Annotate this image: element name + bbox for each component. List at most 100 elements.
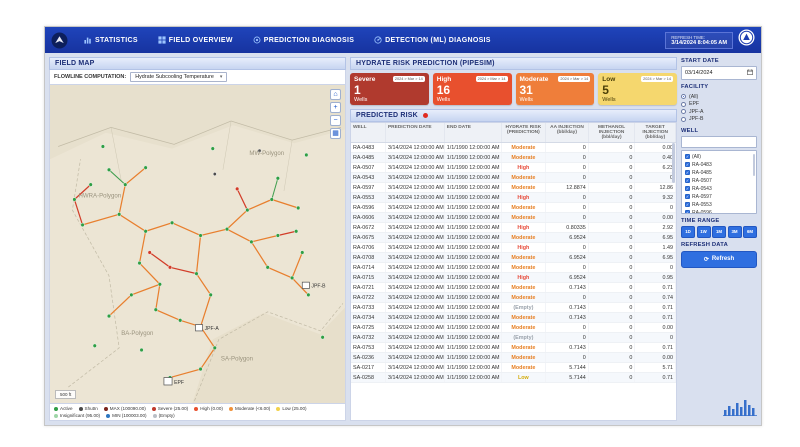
risk-card[interactable]: Severe 2024 > Mar > 14 1 Wells bbox=[350, 73, 429, 106]
facility-option[interactable]: EPF bbox=[681, 101, 757, 107]
legend-item: Moderate (<6.00) bbox=[228, 406, 270, 411]
radio-icon bbox=[681, 109, 686, 114]
time-range-button[interactable]: 1D bbox=[681, 225, 695, 238]
risk-card[interactable]: Moderate 2024 > Mar > 14 31 Wells bbox=[515, 73, 595, 106]
cell-end-date: 1/1/1990 12:00:00 AM bbox=[444, 232, 502, 244]
cell-risk: (Empty) bbox=[501, 332, 547, 344]
refresh-button[interactable]: ⟳ Refresh bbox=[681, 250, 757, 268]
field-map-title: FIELD MAP bbox=[55, 60, 95, 67]
map-layers-button[interactable]: ▦ bbox=[330, 128, 341, 139]
cell-target-injection: 0.00 bbox=[634, 322, 676, 334]
atom-icon bbox=[253, 36, 261, 44]
well-option[interactable]: ✓ RA-0485 bbox=[685, 170, 753, 176]
time-range-button[interactable]: 1W bbox=[696, 225, 711, 238]
table-row[interactable]: SA-0258 3/14/2024 12:00:00 AM 1/1/1990 12:… bbox=[351, 372, 676, 384]
table-row[interactable]: RA-0715 3/14/2024 12:00:00 AM 1/1/1990 12:… bbox=[351, 272, 676, 284]
table-row[interactable]: RA-0483 3/14/2024 12:00:00 AM 1/1/1990 12:… bbox=[351, 142, 676, 154]
cell-well: RA-0732 bbox=[351, 332, 386, 344]
table-row[interactable]: RA-0485 3/14/2024 12:00:00 AM 1/1/1990 12:… bbox=[351, 152, 676, 164]
well-list-scrollbar[interactable] bbox=[752, 153, 755, 176]
flowline-computation-select[interactable]: Hydrate Subcooling Temperature ▾ bbox=[130, 72, 228, 82]
nav-tab[interactable]: STATISTICS bbox=[74, 27, 148, 53]
table-row[interactable]: RA-0753 3/14/2024 12:00:00 AM 1/1/1990 12:… bbox=[351, 342, 676, 354]
map-viewport[interactable]: MW-Polygon HWRA-Polygon BA-Polygon SA-Po… bbox=[49, 85, 346, 404]
nav-tab[interactable]: DETECTION (ML) DIAGNOSIS bbox=[364, 27, 501, 53]
facility-option[interactable]: (All) bbox=[681, 94, 757, 100]
checkbox-icon: ✓ bbox=[685, 209, 690, 214]
well-option[interactable]: ✓ RA-0553 bbox=[685, 202, 753, 208]
well-list[interactable]: ✓ (All) ✓ RA-0483 ✓ RA-0485 ✓ RA-0507 ✓ RA-0543 ✓ R… bbox=[681, 149, 757, 214]
table-row[interactable]: RA-0732 3/14/2024 12:00:00 AM 1/1/1990 12:… bbox=[351, 332, 676, 344]
column-header[interactable]: PREDICTION DATE bbox=[385, 123, 445, 144]
well-option[interactable]: ✓ RA-0597 bbox=[685, 194, 753, 200]
table-scrollbar[interactable] bbox=[672, 143, 675, 184]
column-header[interactable]: METHANOL INJECTION (bbl/day) bbox=[588, 123, 636, 144]
cell-well: RA-0733 bbox=[351, 302, 386, 314]
map-label-mw-polygon: MW-Polygon bbox=[249, 150, 284, 157]
risk-card[interactable]: High 2024 > Mar > 14 16 Wells bbox=[432, 73, 512, 106]
column-header[interactable]: END DATE bbox=[444, 123, 502, 144]
risk-card-date[interactable]: 2024 > Mar > 14 bbox=[641, 76, 673, 82]
table-row[interactable]: RA-0721 3/14/2024 12:00:00 AM 1/1/1990 12:… bbox=[351, 282, 676, 294]
org-logo bbox=[738, 29, 755, 51]
table-row[interactable]: RA-0733 3/14/2024 12:00:00 AM 1/1/1990 12:… bbox=[351, 302, 676, 314]
table-row[interactable]: RA-0734 3/14/2024 12:00:00 AM 1/1/1990 12:… bbox=[351, 312, 676, 324]
table-row[interactable]: RA-0672 3/14/2024 12:00:00 AM 1/1/1990 12:… bbox=[351, 222, 676, 234]
calendar-icon[interactable] bbox=[747, 69, 753, 77]
well-option[interactable]: ✓ (All) bbox=[685, 154, 753, 160]
well-option[interactable]: ✓ RA-0483 bbox=[685, 162, 753, 168]
risk-card-label: Moderate bbox=[519, 76, 549, 83]
facility-option[interactable]: JPF-B bbox=[681, 116, 757, 122]
table-row[interactable]: RA-0553 3/14/2024 12:00:00 AM 1/1/1990 12:… bbox=[351, 192, 676, 204]
well-option[interactable]: ✓ RA-0596 bbox=[685, 209, 753, 214]
map-home-button[interactable]: ⌂ bbox=[330, 89, 341, 100]
radio-icon bbox=[681, 101, 686, 107]
table-row[interactable]: RA-0708 3/14/2024 12:00:00 AM 1/1/1990 12:… bbox=[351, 252, 676, 264]
table-row[interactable]: RA-0597 3/14/2024 12:00:00 AM 1/1/1990 12:… bbox=[351, 182, 676, 194]
time-range-button[interactable]: 3M bbox=[727, 225, 742, 238]
risk-card-date[interactable]: 2024 > Mar > 14 bbox=[475, 76, 508, 82]
column-header[interactable]: WELL bbox=[351, 123, 386, 144]
cell-well: RA-0675 bbox=[351, 232, 386, 244]
table-row[interactable]: RA-0675 3/14/2024 12:00:00 AM 1/1/1990 12:… bbox=[351, 232, 676, 244]
cell-well: RA-0606 bbox=[351, 212, 386, 224]
field-map-canvas[interactable]: MW-Polygon HWRA-Polygon BA-Polygon SA-Po… bbox=[50, 85, 345, 403]
nav-tab[interactable]: PREDICTION DIAGNOSIS bbox=[243, 27, 364, 53]
cell-methanol-injection: 0 bbox=[588, 272, 636, 284]
map-zoom-in-button[interactable]: + bbox=[330, 102, 341, 113]
table-row[interactable]: SA-0217 3/14/2024 12:00:00 AM 1/1/1990 12:… bbox=[351, 362, 676, 374]
time-range-button[interactable]: 6M bbox=[743, 225, 757, 238]
well-option[interactable]: ✓ RA-0543 bbox=[685, 186, 753, 192]
facility-option-label: JPF-B bbox=[689, 116, 704, 122]
table-row[interactable]: SA-0236 3/14/2024 12:00:00 AM 1/1/1990 12:… bbox=[351, 352, 676, 364]
column-header[interactable]: TARGET INJECTION (bbl/day) bbox=[634, 123, 676, 144]
table-row[interactable]: RA-0543 3/14/2024 12:00:00 AM 1/1/1990 12:… bbox=[351, 172, 676, 184]
well-search-input[interactable] bbox=[681, 135, 757, 148]
risk-card-date[interactable]: 2024 > Mar > 14 bbox=[558, 76, 591, 82]
cell-aa-injection: 6.9524 bbox=[545, 232, 589, 244]
well-option-label: RA-0543 bbox=[692, 185, 712, 192]
risk-card-date[interactable]: 2024 > Mar > 14 bbox=[392, 76, 425, 82]
column-header[interactable]: AA INJECTION (bbl/day) bbox=[545, 123, 589, 144]
table-row[interactable]: RA-0706 3/14/2024 12:00:00 AM 1/1/1990 12:… bbox=[351, 242, 676, 254]
map-zoom-out-button[interactable]: − bbox=[330, 115, 341, 126]
column-header[interactable]: HYDRATE RISK (PREDICTION) bbox=[501, 123, 547, 144]
table-row[interactable]: RA-0722 3/14/2024 12:00:00 AM 1/1/1990 12:… bbox=[351, 292, 676, 304]
table-row[interactable]: RA-0725 3/14/2024 12:00:00 AM 1/1/1990 12:… bbox=[351, 322, 676, 334]
risk-card[interactable]: Low 2024 > Mar > 14 5 Wells bbox=[598, 73, 677, 106]
well-option[interactable]: ✓ RA-0507 bbox=[685, 178, 753, 184]
table-row[interactable]: RA-0714 3/14/2024 12:00:00 AM 1/1/1990 12:… bbox=[351, 262, 676, 274]
start-date-input[interactable]: 03/14/2024 bbox=[681, 66, 757, 80]
facility-option[interactable]: JPF-A bbox=[681, 109, 757, 115]
table-row[interactable]: RA-0596 3/14/2024 12:00:00 AM 1/1/1990 12:… bbox=[351, 202, 676, 214]
radio-icon bbox=[681, 116, 686, 122]
checkbox-icon: ✓ bbox=[685, 153, 690, 159]
time-range-button[interactable]: 1M bbox=[712, 225, 726, 238]
cell-well: RA-0722 bbox=[351, 292, 386, 304]
cell-prediction-date: 3/14/2024 12:00:00 AM bbox=[385, 362, 445, 374]
nav-tab[interactable]: FIELD OVERVIEW bbox=[148, 27, 243, 53]
table-row[interactable]: RA-0606 3/14/2024 12:00:00 AM 1/1/1990 12:… bbox=[351, 212, 676, 224]
bar-chart-icon bbox=[84, 36, 92, 44]
cell-aa-injection: 0 bbox=[545, 172, 589, 184]
table-row[interactable]: RA-0507 3/14/2024 12:00:00 AM 1/1/1990 12:… bbox=[351, 162, 676, 174]
